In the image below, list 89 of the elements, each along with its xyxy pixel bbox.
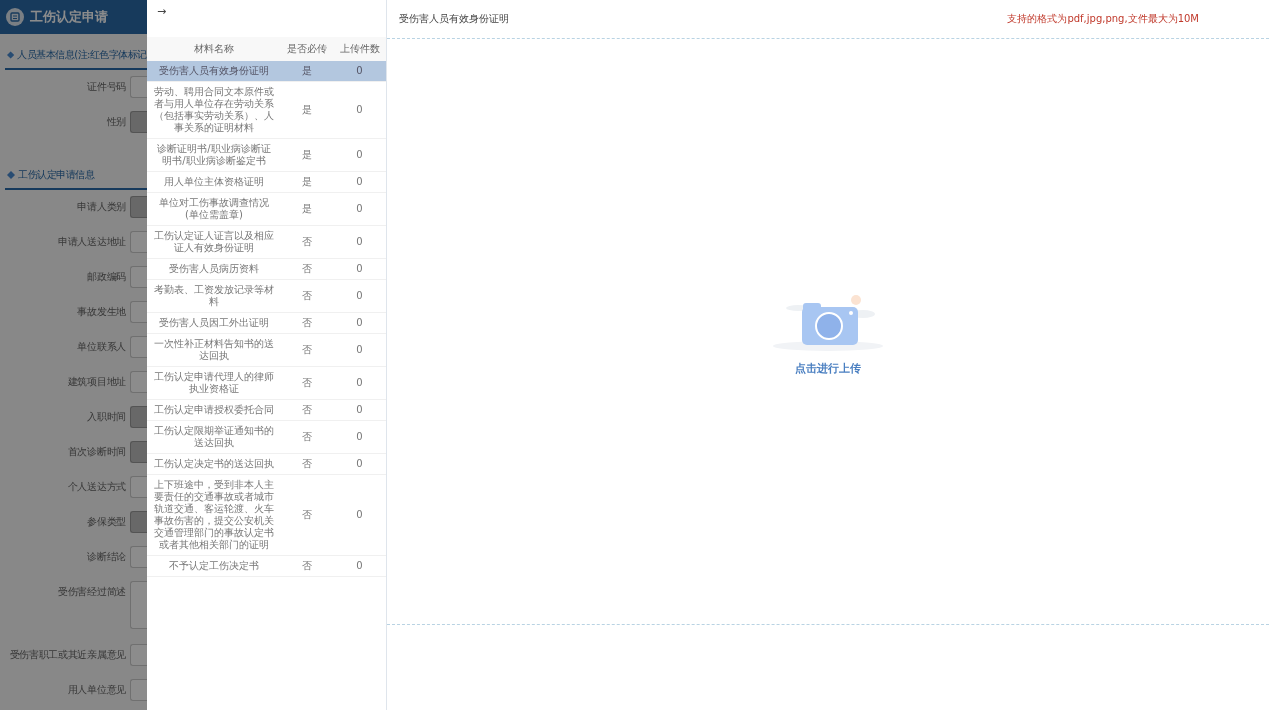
table-cell[interactable]: 单位对工伤事故调查情况(单位需盖章) [147,192,281,226]
field-label: 入职时间 [86,410,127,424]
table-cell: 是 [281,81,333,139]
field-label: 申请人送达地址 [57,235,127,249]
table-cell[interactable]: 考勤表、工资发放记录等材料 [147,279,281,313]
table-cell[interactable]: 受伤害人员有效身份证明 [147,61,281,82]
input-field[interactable] [130,301,147,323]
input-field[interactable] [130,231,147,253]
table-cell[interactable]: 用人单位主体资格证明 [147,171,281,193]
table-cell[interactable]: 工伤认定申请授权委托合同 [147,399,281,421]
input-field[interactable] [130,336,147,358]
field-label: 受伤害职工或其近亲属意见 [8,648,127,662]
column-header: 上传件数 [333,37,386,61]
table-cell[interactable]: 工伤认定限期举证通知书的送达回执 [147,420,281,454]
field-label: 首次诊断时间 [66,445,127,459]
table-cell: 0 [333,225,386,259]
table-cell: 是 [281,192,333,226]
input-field[interactable] [130,679,147,701]
table-cell: 否 [281,258,333,280]
field-label: 建筑项目地址 [66,375,127,389]
field-label: 个人送达方式 [66,480,127,494]
text-area[interactable] [130,581,147,629]
back-button[interactable]: → [147,0,177,23]
table-cell[interactable]: 工伤认定证人证言以及相应证人有效身份证明 [147,225,281,259]
upload-area[interactable]: 点击进行上传 [387,39,1269,625]
table-cell[interactable]: 工伤认定决定书的送达回执 [147,453,281,475]
section-title: 工伤认定申请信息 [18,168,94,182]
table-cell: 否 [281,420,333,454]
input-field[interactable] [130,266,147,288]
table-cell[interactable]: 上下班途中，受到非本人主要责任的交通事故或者城市轨道交通、客运轮渡、火车事故伤害的，提交公安机关交通管理部门的事故认定书或者其他相关部门的证明 [147,474,281,556]
field-label: 单位联系人 [76,340,127,354]
diamond-icon [7,51,15,59]
preview-title: 受伤害人员有效身份证明 [399,12,509,26]
input-field[interactable] [130,371,147,393]
table-cell[interactable]: 一次性补正材料告知书的送达回执 [147,333,281,367]
table-cell: 否 [281,453,333,475]
page-title: 工伤认定申请 [30,8,108,26]
table-cell[interactable]: 诊断证明书/职业病诊断证明书/职业病诊断鉴定书 [147,138,281,172]
column-header: 材料名称 [147,37,281,61]
table-cell[interactable]: 不予认定工伤决定书 [147,555,281,577]
section-title: 人员基本信息(注:红色字体标记 [17,48,147,62]
column-header: 是否必传 [281,37,333,61]
table-cell: 否 [281,279,333,313]
table-cell[interactable]: 劳动、聘用合同文本原件或者与用人单位存在劳动关系（包括事实劳动关系）、人事关系的证明材料 [147,81,281,139]
table-cell: 0 [333,474,386,556]
field-label: 性别 [105,115,127,129]
table-cell: 否 [281,555,333,577]
field-label: 受伤害经过简述 [57,585,127,599]
table-cell: 0 [333,279,386,313]
table-cell: 0 [333,333,386,367]
input-field[interactable] [130,476,147,498]
input-field[interactable] [130,546,147,568]
document-icon [6,8,24,26]
field-label: 诊断结论 [86,550,127,564]
upload-label[interactable]: 点击进行上传 [789,360,867,377]
table-cell: 否 [281,312,333,334]
field-label: 邮政编码 [86,270,127,284]
field-label: 事故发生地 [76,305,127,319]
diamond-icon [7,171,15,179]
table-cell[interactable]: 工伤认定申请代理人的律师执业资格证 [147,366,281,400]
table-cell: 0 [333,258,386,280]
input-field[interactable] [130,76,147,98]
table-cell: 0 [333,61,386,82]
table-cell: 否 [281,474,333,556]
table-cell[interactable]: 受伤害人员病历资料 [147,258,281,280]
field-label: 用人单位意见 [66,683,127,697]
table-cell: 0 [333,312,386,334]
table-cell: 0 [333,555,386,577]
table-cell: 是 [281,61,333,82]
table-cell: 0 [333,138,386,172]
input-field[interactable] [130,644,147,666]
table-cell: 0 [333,81,386,139]
table-cell: 0 [333,453,386,475]
format-note: 支持的格式为pdf,jpg,png,文件最大为10M [1007,12,1199,26]
table-cell: 0 [333,192,386,226]
table-cell: 否 [281,399,333,421]
table-cell: 否 [281,225,333,259]
table-cell: 否 [281,366,333,400]
table-cell: 0 [333,399,386,421]
table-cell: 是 [281,138,333,172]
table-cell[interactable]: 受伤害人员因工外出证明 [147,312,281,334]
field-label: 参保类型 [86,515,127,529]
table-cell: 是 [281,171,333,193]
table-cell: 0 [333,171,386,193]
table-cell: 0 [333,420,386,454]
field-label: 申请人类别 [76,200,127,214]
table-cell: 0 [333,366,386,400]
field-label: 证件号码 [86,80,127,94]
table-cell: 否 [281,333,333,367]
